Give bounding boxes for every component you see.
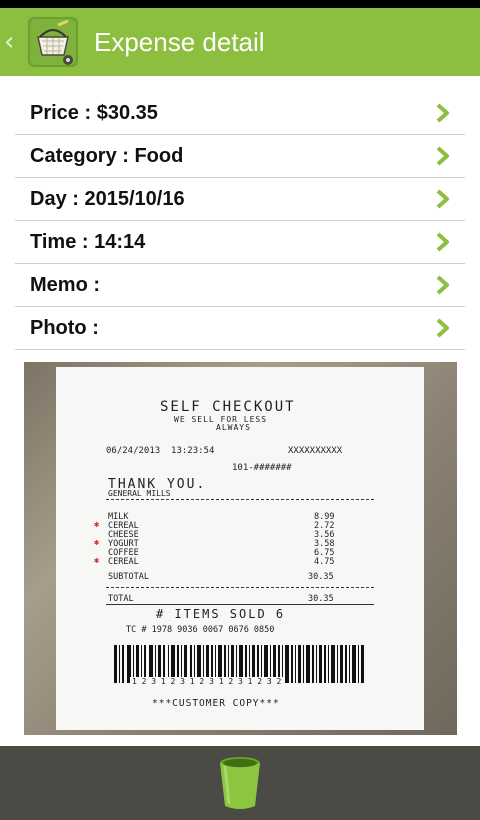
photo-row[interactable]: Photo : (15, 307, 465, 350)
chevron-right-icon (436, 275, 449, 295)
page-title: Expense detail (94, 26, 265, 57)
category-row[interactable]: Category : Food (15, 135, 465, 178)
receipt-tagline: ALWAYS (216, 423, 251, 432)
memo-label: Memo : (30, 273, 100, 296)
bottom-action-bar (0, 746, 480, 820)
receipt: SELF CHECKOUT WE SELL FOR LESS ALWAYS 06… (56, 367, 424, 730)
price-label: Price : $30.35 (30, 101, 158, 124)
receipt-item-name: CEREAL (108, 557, 139, 567)
back-icon[interactable]: ‹ (4, 27, 24, 57)
memo-row[interactable]: Memo : (15, 264, 465, 307)
detail-list: Price : $30.35 Category : Food Day : 201… (15, 92, 465, 350)
receipt-ref: XXXXXXXXXX (288, 446, 343, 456)
receipt-item-price: 4.75 (314, 557, 335, 567)
receipt-divider (106, 499, 374, 500)
receipt-divider (106, 604, 374, 605)
category-label: Category : Food (30, 144, 184, 167)
shopping-basket-icon[interactable] (28, 17, 78, 67)
chevron-right-icon (436, 103, 449, 123)
day-row[interactable]: Day : 2015/10/16 (15, 178, 465, 221)
receipt-footer: ***CUSTOMER COPY*** (152, 698, 280, 709)
marker-icon: ✱ (94, 538, 100, 548)
receipt-total-label: TOTAL (108, 594, 134, 604)
chevron-right-icon (436, 146, 449, 166)
receipt-items-sold: # ITEMS SOLD 6 (156, 607, 286, 621)
receipt-tc: TC # 1978 9036 0067 0676 0850 (126, 625, 275, 635)
receipt-divider (106, 587, 374, 588)
photo-label: Photo : (30, 316, 99, 339)
marker-icon: ✱ (94, 520, 100, 530)
receipt-subtotal-label: SUBTOTAL (108, 572, 149, 582)
receipt-header: SELF CHECKOUT (160, 399, 296, 415)
receipt-brand: GENERAL MILLS (108, 489, 171, 498)
time-row[interactable]: Time : 14:14 (15, 221, 465, 264)
day-label: Day : 2015/10/16 (30, 187, 185, 210)
receipt-subtotal: 30.35 (308, 572, 334, 582)
chevron-right-icon (436, 232, 449, 252)
chevron-right-icon (436, 189, 449, 209)
action-bar: ‹ Expense detail (0, 8, 480, 76)
price-row[interactable]: Price : $30.35 (15, 92, 465, 135)
receipt-total: 30.35 (308, 594, 334, 604)
marker-icon: ✱ (94, 556, 100, 566)
barcode-number: 1 2 3 1 2 3 1 2 3 1 2 3 1 2 3 2 (130, 677, 284, 686)
chevron-right-icon (436, 318, 449, 338)
trash-icon[interactable] (217, 754, 263, 812)
receipt-photo[interactable]: SELF CHECKOUT WE SELL FOR LESS ALWAYS 06… (24, 362, 457, 735)
time-label: Time : 14:14 (30, 230, 146, 253)
receipt-datetime: 06/24/2013 13:23:54 (106, 446, 215, 456)
status-bar (0, 0, 480, 8)
receipt-store: 101-####### (232, 463, 292, 473)
